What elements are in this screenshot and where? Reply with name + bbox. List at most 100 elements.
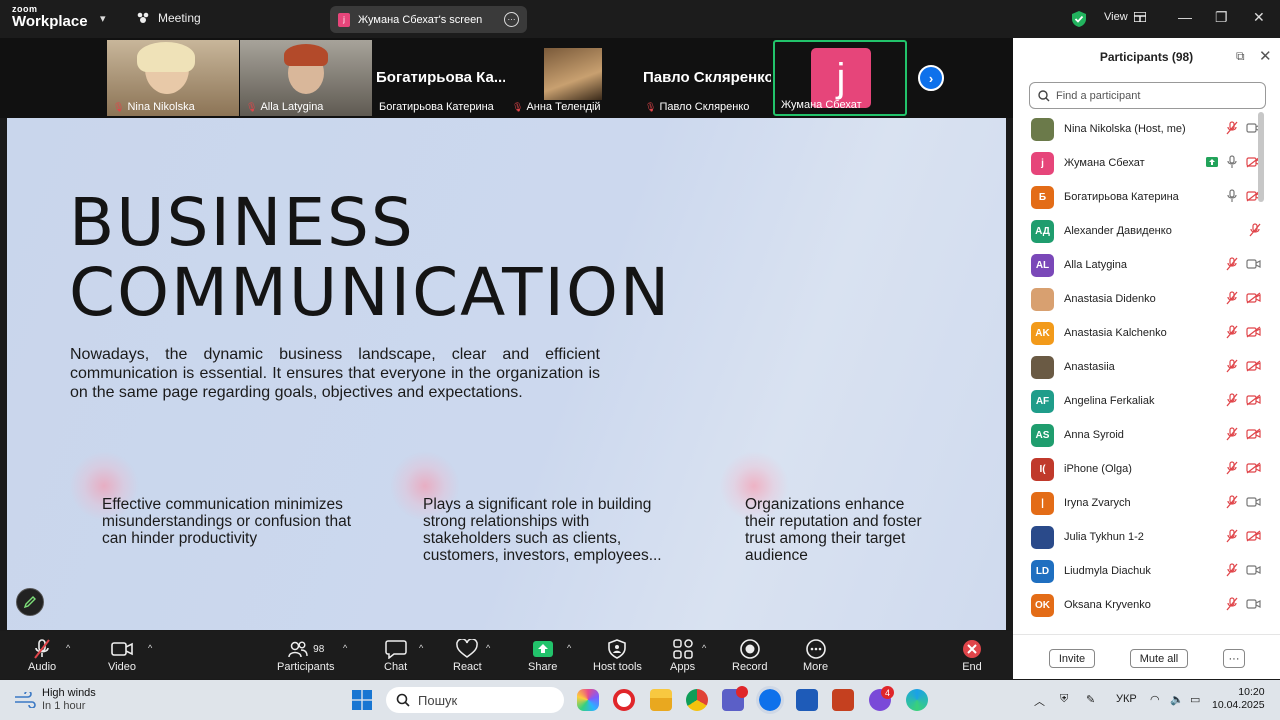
pen-tray-icon[interactable]: ✎ bbox=[1086, 693, 1095, 706]
video-off-icon[interactable] bbox=[1246, 462, 1261, 477]
chevron-up-icon[interactable]: ^ bbox=[148, 643, 152, 653]
mic-icon[interactable] bbox=[1226, 154, 1238, 172]
video-off-icon[interactable] bbox=[1246, 394, 1261, 409]
video-off-icon[interactable] bbox=[1246, 428, 1261, 443]
video-off-icon[interactable] bbox=[1246, 360, 1261, 375]
chevron-up-icon[interactable]: ^ bbox=[567, 643, 571, 653]
annotate-pen-button[interactable] bbox=[16, 588, 44, 616]
chevron-up-icon[interactable]: ^ bbox=[419, 643, 423, 653]
participant-row[interactable]: AK Anastasia Kalchenko bbox=[1013, 316, 1271, 350]
wifi-icon[interactable]: ◠ bbox=[1150, 693, 1160, 706]
chevron-up-icon[interactable]: ^ bbox=[343, 643, 347, 653]
video-icon[interactable] bbox=[1246, 496, 1261, 511]
video-tile[interactable]: 🎙 Alla Latygina bbox=[240, 40, 372, 116]
defender-icon[interactable]: ⛨ bbox=[1060, 693, 1068, 706]
more-button[interactable]: More bbox=[803, 637, 828, 673]
battery-icon[interactable]: ▭ bbox=[1190, 693, 1200, 706]
mic-muted-icon[interactable] bbox=[1226, 392, 1238, 410]
video-off-icon[interactable] bbox=[1246, 326, 1261, 341]
video-icon[interactable] bbox=[1246, 564, 1261, 579]
record-button[interactable]: Record bbox=[732, 637, 767, 673]
mic-muted-icon[interactable] bbox=[1226, 256, 1238, 274]
mic-muted-icon[interactable] bbox=[1226, 324, 1238, 342]
participant-row[interactable]: Nina Nikolska (Host, me) bbox=[1013, 112, 1271, 146]
pop-out-icon[interactable]: ⧉ bbox=[1236, 49, 1245, 64]
opera-icon[interactable] bbox=[613, 689, 635, 711]
participant-row[interactable]: AL Alla Latygina bbox=[1013, 248, 1271, 282]
react-button[interactable]: React bbox=[453, 637, 482, 673]
invite-button[interactable]: Invite bbox=[1049, 649, 1095, 668]
mic-muted-icon[interactable] bbox=[1226, 290, 1238, 308]
mic-muted-icon[interactable] bbox=[1249, 222, 1261, 240]
video-tile[interactable]: Богатирьова Ка... Богатирьова Катерина bbox=[373, 40, 505, 116]
participant-row[interactable]: LD Liudmyla Diachuk bbox=[1013, 554, 1271, 588]
chrome-icon[interactable] bbox=[686, 689, 708, 711]
screen-share-pill[interactable]: j Жумана Сбехат's screen ··· bbox=[330, 6, 527, 33]
more-options-icon[interactable]: ··· bbox=[504, 12, 519, 27]
chevron-down-icon[interactable]: ▾ bbox=[100, 12, 106, 25]
video-icon[interactable] bbox=[1246, 598, 1261, 613]
participant-row[interactable]: j Жумана Сбехат bbox=[1013, 146, 1271, 180]
view-menu[interactable]: View bbox=[1104, 11, 1146, 23]
video-tile[interactable]: 🎙 Анна Телендій bbox=[506, 40, 638, 116]
maximize-icon[interactable]: ❐ bbox=[1215, 9, 1228, 26]
mic-muted-icon[interactable] bbox=[1226, 426, 1238, 444]
windows-start-icon[interactable] bbox=[352, 690, 372, 710]
mic-muted-icon[interactable] bbox=[1226, 562, 1238, 580]
word-icon[interactable] bbox=[796, 689, 818, 711]
wind-icon[interactable] bbox=[14, 692, 36, 708]
taskbar-search[interactable]: Пошук bbox=[386, 687, 564, 713]
video-off-icon[interactable] bbox=[1246, 292, 1261, 307]
participant-row[interactable]: AF Angelina Ferkaliak bbox=[1013, 384, 1271, 418]
close-panel-icon[interactable]: ✕ bbox=[1259, 47, 1272, 65]
copilot-icon[interactable] bbox=[577, 689, 599, 711]
mic-muted-icon[interactable] bbox=[1226, 596, 1238, 614]
chevron-up-icon[interactable]: ^ bbox=[66, 643, 70, 653]
zoom-icon[interactable] bbox=[756, 686, 784, 714]
language-indicator[interactable]: УКР bbox=[1116, 693, 1137, 705]
more-options-button[interactable]: ··· bbox=[1223, 649, 1245, 668]
host-tools-button[interactable]: Host tools bbox=[593, 637, 642, 673]
participant-row[interactable]: I(iPhone (Olga) bbox=[1013, 452, 1271, 486]
chevron-up-icon[interactable]: ^ bbox=[702, 643, 706, 653]
minimize-icon[interactable]: — bbox=[1178, 9, 1192, 25]
mic-muted-icon[interactable] bbox=[1226, 528, 1238, 546]
mic-icon[interactable] bbox=[1226, 188, 1238, 206]
participant-row[interactable]: OK Oksana Kryvenko bbox=[1013, 588, 1271, 622]
active-speaker-tile[interactable]: j Жумана Сбехат bbox=[773, 40, 907, 116]
edge-icon[interactable] bbox=[906, 689, 928, 711]
video-button[interactable]: Video bbox=[108, 637, 136, 673]
mute-all-button[interactable]: Mute all bbox=[1130, 649, 1188, 668]
participant-row[interactable]: | Iryna Zvarych bbox=[1013, 486, 1271, 520]
share-button[interactable]: Share bbox=[528, 637, 557, 673]
participant-row[interactable]: АД Alexander Давиденко bbox=[1013, 214, 1271, 248]
video-off-icon[interactable] bbox=[1246, 530, 1261, 545]
video-tile[interactable]: 🎙 Nina Nikolska bbox=[107, 40, 239, 116]
apps-button[interactable]: Apps bbox=[670, 637, 695, 673]
chevron-up-icon[interactable]: ^ bbox=[486, 643, 490, 653]
mic-muted-icon[interactable] bbox=[1226, 120, 1238, 138]
participants-button[interactable]: 98 Participants bbox=[277, 637, 334, 673]
powerpoint-icon[interactable] bbox=[832, 689, 854, 711]
video-tile[interactable]: Павло Скляренко... 🎙Павло Скляренко bbox=[639, 40, 771, 116]
audio-button[interactable]: Audio bbox=[28, 637, 56, 673]
video-icon[interactable] bbox=[1246, 258, 1261, 273]
chat-button[interactable]: Chat bbox=[384, 637, 407, 673]
mic-muted-icon[interactable] bbox=[1226, 494, 1238, 512]
participant-row[interactable]: Anastasiia bbox=[1013, 350, 1271, 384]
weather-widget[interactable]: High winds In 1 hour bbox=[42, 687, 96, 713]
chevron-up-icon[interactable]: ︿ bbox=[1034, 693, 1045, 709]
participant-row[interactable]: Julia Tykhun 1-2 bbox=[1013, 520, 1271, 554]
clock[interactable]: 10:20 10.04.2025 bbox=[1212, 686, 1265, 712]
scrollbar[interactable] bbox=[1258, 112, 1264, 202]
encryption-shield-icon[interactable] bbox=[1071, 10, 1087, 28]
participant-row[interactable]: AS Anna Syroid bbox=[1013, 418, 1271, 452]
volume-icon[interactable]: 🔈 bbox=[1170, 693, 1184, 706]
close-icon[interactable]: ✕ bbox=[1253, 9, 1265, 26]
next-page-button[interactable]: › bbox=[918, 65, 944, 91]
participant-row[interactable]: Б Богатирьова Катерина bbox=[1013, 180, 1271, 214]
mic-muted-icon[interactable] bbox=[1226, 358, 1238, 376]
file-explorer-icon[interactable] bbox=[650, 689, 672, 711]
end-meeting-button[interactable]: End bbox=[962, 637, 982, 673]
mic-muted-icon[interactable] bbox=[1226, 460, 1238, 478]
